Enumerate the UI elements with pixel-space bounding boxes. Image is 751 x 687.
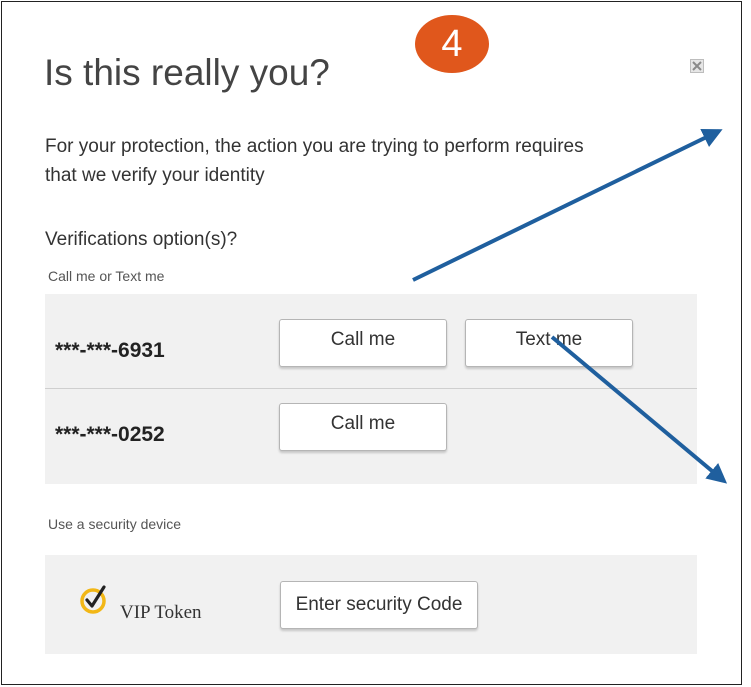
call-text-section-label: Call me or Text me — [48, 268, 165, 284]
vip-check-icon — [80, 583, 112, 615]
phone-number-1: ***-***-6931 — [55, 339, 165, 362]
panel-divider — [45, 388, 697, 389]
call-me-button-2[interactable]: Call me — [279, 403, 447, 451]
step-badge: 4 — [415, 15, 489, 73]
dialog-description: For your protection, the action you are … — [45, 136, 584, 186]
enter-security-code-button[interactable]: Enter security Code — [280, 581, 478, 629]
dialog-title: Is this really you? — [44, 52, 330, 93]
phone-number-2: ***-***-0252 — [55, 423, 165, 446]
verifications-heading: Verifications option(s)? — [45, 229, 238, 250]
enter-security-code-label: Enter security Code — [295, 594, 463, 615]
call-me-button-1-label: Call me — [330, 329, 396, 350]
security-device-section-label: Use a security device — [48, 516, 182, 532]
call-me-button-2-label: Call me — [330, 413, 396, 434]
close-icon[interactable] — [690, 59, 704, 73]
verification-dialog: Is this really you? 4 For your protectio… — [1, 1, 742, 685]
text-me-button-1[interactable]: Text me — [465, 319, 633, 367]
call-me-button-1[interactable]: Call me — [279, 319, 447, 367]
text-me-button-1-label: Text me — [515, 329, 583, 350]
vip-token-label: VIP Token — [120, 602, 202, 623]
